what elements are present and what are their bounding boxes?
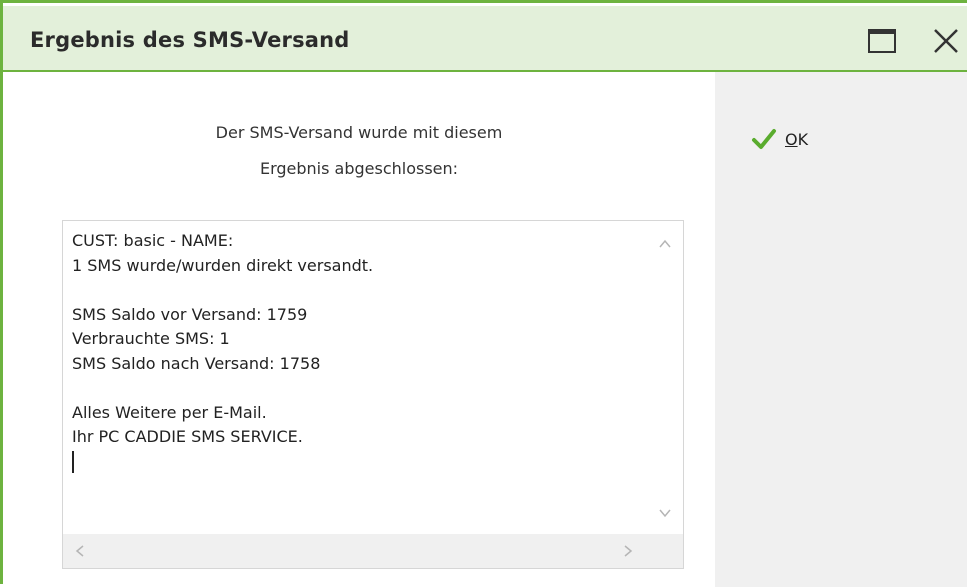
message-line-2: Ergebnis abgeschlossen: bbox=[259, 159, 459, 178]
checkmark-icon bbox=[752, 129, 776, 149]
action-panel: OK bbox=[715, 72, 967, 587]
close-icon bbox=[934, 29, 958, 53]
sms-result-dialog: Ergebnis des SMS-Versand Der SMS-Versand… bbox=[0, 0, 967, 587]
maximize-icon bbox=[868, 29, 896, 53]
scroll-right-icon[interactable] bbox=[621, 544, 635, 558]
ok-mnemonic: O bbox=[785, 129, 798, 149]
result-line-5: Verbrauchte SMS: 1 bbox=[72, 329, 230, 348]
horizontal-scrollbar[interactable] bbox=[63, 534, 683, 568]
ok-label-rest: K bbox=[797, 129, 809, 149]
result-line-6: SMS Saldo nach Versand: 1758 bbox=[72, 353, 321, 373]
scrollbar-corner bbox=[643, 534, 683, 568]
result-text[interactable]: CUST: basic - NAME: 1 SMS wurde/wurden d… bbox=[72, 229, 652, 539]
vertical-scrollbar[interactable] bbox=[643, 221, 683, 534]
ok-button[interactable]: OK bbox=[751, 124, 841, 154]
result-line-9: Ihr PC CADDIE SMS SERVICE. bbox=[72, 427, 303, 446]
scroll-down-icon[interactable] bbox=[658, 506, 672, 520]
dialog-title: Ergebnis des SMS-Versand bbox=[30, 28, 350, 52]
close-button[interactable] bbox=[931, 26, 961, 56]
scroll-up-icon[interactable] bbox=[658, 237, 672, 251]
result-line-2: 1 SMS wurde/wurden direkt versandt. bbox=[72, 255, 374, 275]
scroll-left-icon[interactable] bbox=[73, 544, 87, 558]
result-line-1: CUST: basic - NAME: bbox=[72, 231, 234, 250]
text-caret bbox=[72, 451, 74, 473]
title-bar: Ergebnis des SMS-Versand bbox=[3, 6, 967, 72]
result-line-4: SMS Saldo vor Versand: 1759 bbox=[72, 304, 308, 324]
message-line-1: Der SMS-Versand wurde mit diesem bbox=[215, 123, 503, 142]
result-message: Der SMS-Versand wurde mit diesem Ergebni… bbox=[3, 115, 715, 187]
ok-label: OK bbox=[785, 130, 808, 149]
result-textbox[interactable]: CUST: basic - NAME: 1 SMS wurde/wurden d… bbox=[62, 220, 684, 569]
maximize-button[interactable] bbox=[867, 26, 897, 56]
result-line-8: Alles Weitere per E-Mail. bbox=[72, 402, 267, 422]
